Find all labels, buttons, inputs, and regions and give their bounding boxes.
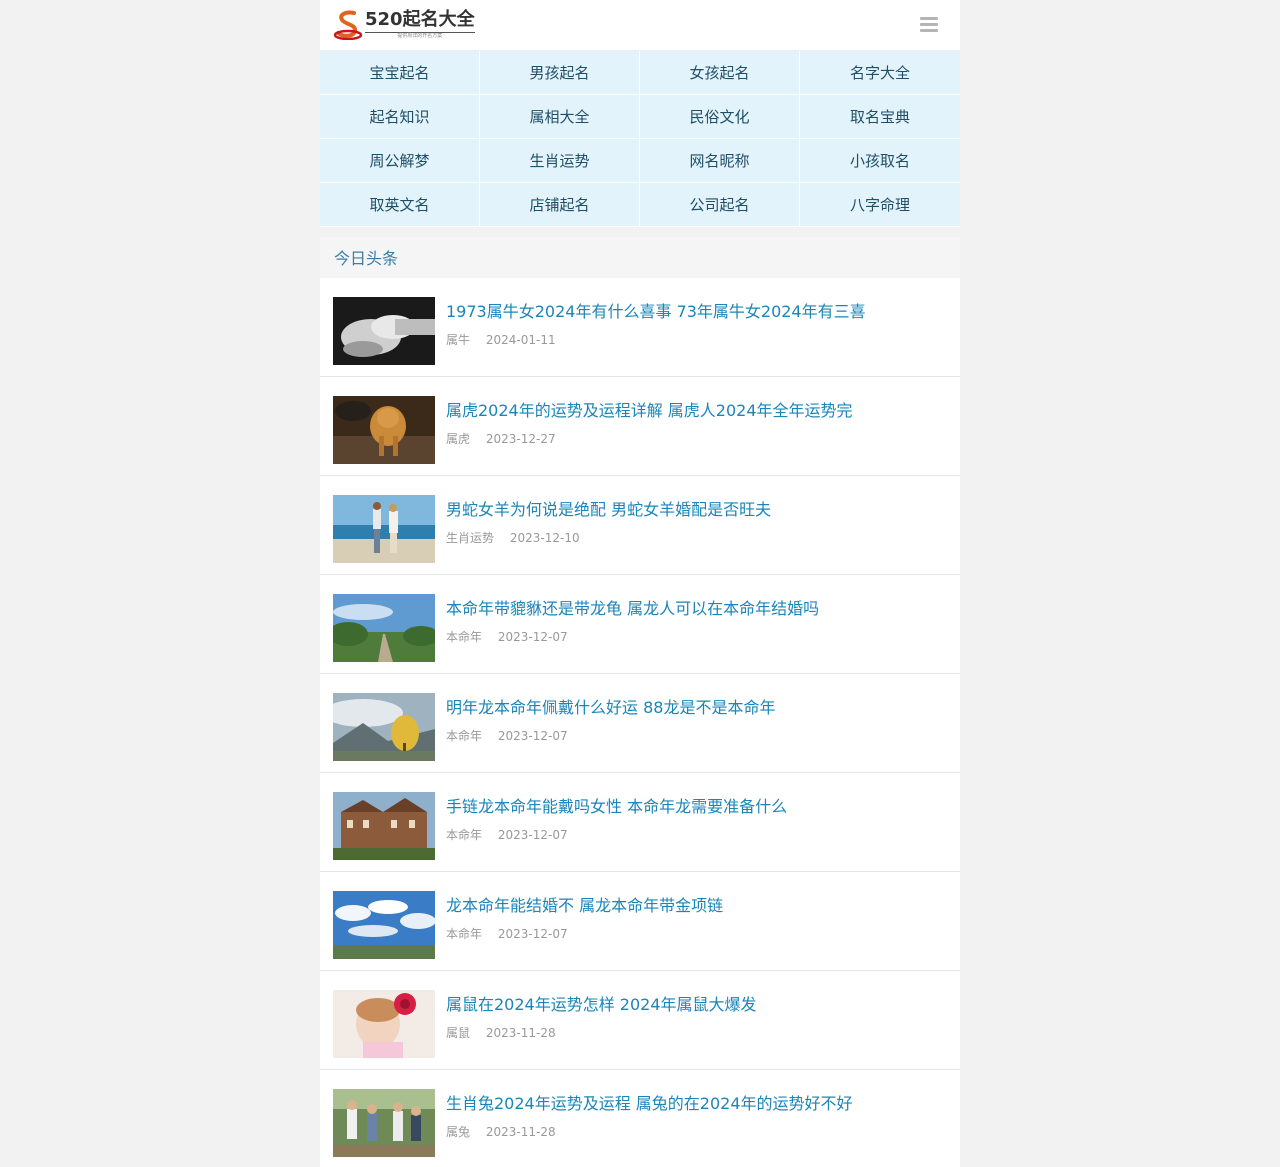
site-logo[interactable]: 520起名大全 提供周详的开名方案	[333, 9, 475, 40]
article-meta: 本命年 2023-12-07	[446, 826, 568, 843]
list-item[interactable]: 属虎2024年的运势及运程详解 属虎人2024年全年运势完 属虎 2023-12…	[320, 377, 960, 476]
article-category[interactable]: 本命年	[446, 927, 482, 941]
article-category[interactable]: 属虎	[446, 432, 470, 446]
nav-item[interactable]: 属相大全	[480, 95, 640, 139]
nav-item[interactable]: 取名宝典	[800, 95, 960, 139]
article-title[interactable]: 生肖兔2024年运势及运程 属兔的在2024年的运势好不好	[446, 1090, 948, 1114]
divider	[320, 227, 960, 237]
list-item[interactable]: 1973属牛女2024年有什么喜事 73年属牛女2024年有三喜 属牛 2024…	[320, 278, 960, 377]
article-category[interactable]: 生肖运势	[446, 531, 494, 545]
article-date: 2023-12-27	[485, 432, 556, 446]
list-item[interactable]: 手链龙本命年能戴吗女性 本命年龙需要准备什么 本命年 2023-12-07	[320, 773, 960, 872]
article-category[interactable]: 本命年	[446, 630, 482, 644]
article-meta: 本命年 2023-12-07	[446, 628, 568, 645]
article-meta: 属虎 2023-12-27	[446, 430, 556, 447]
article-category[interactable]: 属兔	[446, 1125, 470, 1139]
article-title[interactable]: 男蛇女羊为何说是绝配 男蛇女羊婚配是否旺夫	[446, 496, 948, 520]
article-date: 2023-12-10	[509, 531, 580, 545]
logo-subtitle: 提供周详的开名方案	[365, 32, 475, 40]
article-title[interactable]: 明年龙本命年佩戴什么好运 88龙是不是本命年	[446, 694, 948, 718]
article-list: 1973属牛女2024年有什么喜事 73年属牛女2024年有三喜 属牛 2024…	[320, 278, 960, 1167]
article-title[interactable]: 本命年带貔貅还是带龙龟 属龙人可以在本命年结婚吗	[446, 595, 948, 619]
article-date: 2023-12-07	[497, 828, 568, 842]
nav-item[interactable]: 宝宝起名	[320, 51, 480, 95]
article-date: 2023-11-28	[485, 1125, 556, 1139]
article-date: 2023-12-07	[497, 729, 568, 743]
article-title[interactable]: 手链龙本命年能戴吗女性 本命年龙需要准备什么	[446, 793, 948, 817]
hamburger-menu-icon[interactable]	[920, 17, 938, 33]
nav-item[interactable]: 小孩取名	[800, 139, 960, 183]
article-meta: 本命年 2023-12-07	[446, 925, 568, 942]
article-title[interactable]: 1973属牛女2024年有什么喜事 73年属牛女2024年有三喜	[446, 298, 948, 322]
article-thumbnail[interactable]	[333, 594, 435, 662]
article-thumbnail[interactable]	[333, 891, 435, 959]
article-title[interactable]: 龙本命年能结婚不 属龙本命年带金项链	[446, 892, 948, 916]
list-item[interactable]: 龙本命年能结婚不 属龙本命年带金项链 本命年 2023-12-07	[320, 872, 960, 971]
logo-mark-icon	[333, 10, 363, 40]
nav-item[interactable]: 店铺起名	[480, 183, 640, 227]
article-category[interactable]: 本命年	[446, 729, 482, 743]
article-thumbnail[interactable]	[333, 792, 435, 860]
list-item[interactable]: 本命年带貔貅还是带龙龟 属龙人可以在本命年结婚吗 本命年 2023-12-07	[320, 575, 960, 674]
article-date: 2023-11-28	[485, 1026, 556, 1040]
article-meta: 属兔 2023-11-28	[446, 1123, 556, 1140]
list-item[interactable]: 生肖兔2024年运势及运程 属兔的在2024年的运势好不好 属兔 2023-11…	[320, 1070, 960, 1167]
article-thumbnail[interactable]	[333, 396, 435, 464]
logo-text: 520起名大全	[365, 9, 475, 30]
article-date: 2024-01-11	[485, 333, 556, 347]
nav-item[interactable]: 八字命理	[800, 183, 960, 227]
nav-item[interactable]: 网名昵称	[640, 139, 800, 183]
nav-item[interactable]: 名字大全	[800, 51, 960, 95]
nav-item[interactable]: 生肖运势	[480, 139, 640, 183]
nav-item[interactable]: 民俗文化	[640, 95, 800, 139]
article-meta: 属牛 2024-01-11	[446, 331, 556, 348]
article-date: 2023-12-07	[497, 630, 568, 644]
article-thumbnail[interactable]	[333, 495, 435, 563]
article-meta: 生肖运势 2023-12-10	[446, 529, 580, 546]
article-thumbnail[interactable]	[333, 990, 435, 1058]
article-category[interactable]: 属牛	[446, 333, 470, 347]
list-item[interactable]: 男蛇女羊为何说是绝配 男蛇女羊婚配是否旺夫 生肖运势 2023-12-10	[320, 476, 960, 575]
article-category[interactable]: 本命年	[446, 828, 482, 842]
article-date: 2023-12-07	[497, 927, 568, 941]
page: 520起名大全 提供周详的开名方案 宝宝起名 男孩起名 女孩起名 名字大全 起名…	[320, 0, 960, 1167]
nav-item[interactable]: 取英文名	[320, 183, 480, 227]
category-nav: 宝宝起名 男孩起名 女孩起名 名字大全 起名知识 属相大全 民俗文化 取名宝典 …	[320, 51, 960, 227]
article-title[interactable]: 属虎2024年的运势及运程详解 属虎人2024年全年运势完	[446, 397, 948, 421]
nav-item[interactable]: 起名知识	[320, 95, 480, 139]
article-meta: 属鼠 2023-11-28	[446, 1024, 556, 1041]
section-title: 今日头条	[320, 237, 960, 278]
list-item[interactable]: 明年龙本命年佩戴什么好运 88龙是不是本命年 本命年 2023-12-07	[320, 674, 960, 773]
article-thumbnail[interactable]	[333, 693, 435, 761]
article-category[interactable]: 属鼠	[446, 1026, 470, 1040]
nav-item[interactable]: 周公解梦	[320, 139, 480, 183]
header: 520起名大全 提供周详的开名方案	[320, 0, 960, 51]
article-meta: 本命年 2023-12-07	[446, 727, 568, 744]
article-thumbnail[interactable]	[333, 1089, 435, 1157]
nav-item[interactable]: 男孩起名	[480, 51, 640, 95]
nav-item[interactable]: 女孩起名	[640, 51, 800, 95]
article-thumbnail[interactable]	[333, 297, 435, 365]
article-title[interactable]: 属鼠在2024年运势怎样 2024年属鼠大爆发	[446, 991, 948, 1015]
nav-item[interactable]: 公司起名	[640, 183, 800, 227]
list-item[interactable]: 属鼠在2024年运势怎样 2024年属鼠大爆发 属鼠 2023-11-28	[320, 971, 960, 1070]
